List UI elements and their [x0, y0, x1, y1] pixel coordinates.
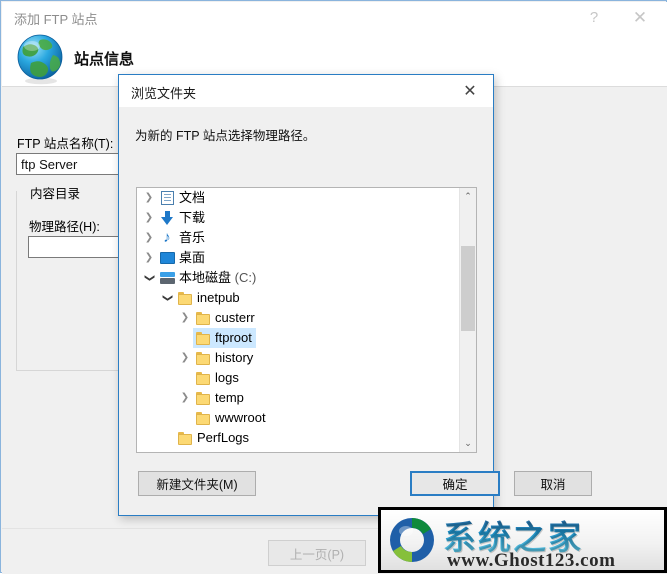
tree-item-temp[interactable]: ❯ temp: [137, 388, 459, 408]
site-name-label: FTP 站点名称(T):: [17, 137, 114, 151]
tree-item-label: inetpub: [197, 290, 240, 305]
watermark-url: www.Ghost123.com: [447, 550, 616, 570]
chevron-right-icon[interactable]: ❯: [177, 348, 193, 368]
browse-dialog-title: 浏览文件夹: [131, 86, 197, 101]
content-directory-group-label: 内容目录: [26, 183, 85, 202]
documents-icon: [157, 188, 177, 208]
tree-item-label: wwwroot: [215, 410, 266, 425]
tree-item-label: logs: [215, 370, 239, 385]
folder-icon: [175, 288, 195, 308]
scroll-down-arrow-icon[interactable]: ⌄: [460, 435, 476, 452]
downloads-icon: [157, 208, 177, 228]
folder-icon: [193, 368, 213, 388]
physical-path-label: 物理路径(H):: [29, 220, 100, 234]
scroll-up-arrow-icon[interactable]: ⌃: [460, 188, 476, 205]
tree-item-文档[interactable]: ❯ 文档: [137, 188, 459, 208]
folder-icon: [193, 348, 213, 368]
tree-item-label: 桌面: [179, 250, 206, 265]
folder-icon: [175, 428, 195, 448]
tree-item-label: 下载: [179, 210, 206, 225]
tree-item-history[interactable]: ❯ history: [137, 348, 459, 368]
folder-icon: [193, 408, 213, 428]
desktop-icon: [157, 248, 177, 268]
tree-item-本地磁盘[interactable]: ❯ 本地磁盘 (C:): [137, 268, 459, 288]
chevron-right-icon[interactable]: ❯: [141, 228, 157, 248]
folder-icon: [193, 328, 213, 348]
chevron-right-icon[interactable]: ❯: [141, 208, 157, 228]
chevron-down-icon[interactable]: ❯: [157, 290, 177, 306]
scrollbar-thumb[interactable]: [461, 246, 475, 331]
previous-page-button[interactable]: 上一页(P): [268, 540, 366, 566]
browse-dialog-instruction: 为新的 FTP 站点选择物理路径。: [135, 129, 316, 143]
ghost123-logo-icon: [390, 518, 434, 562]
tree-item-label: 音乐: [179, 230, 206, 245]
folder-icon: [193, 308, 213, 328]
watermark-overlay: 系统之家 www.Ghost123.com: [378, 507, 667, 573]
tree-item-label: 本地磁盘 (C:): [179, 270, 257, 285]
folder-tree-rows: ❯ 文档 ❯ 下载 ❯ ♪ 音乐 ❯ 桌面 ❯ 本地磁盘 (C:) ❯ inetpub ❯ custerr f…: [137, 188, 459, 452]
tree-item-custerr[interactable]: ❯ custerr: [137, 308, 459, 328]
new-folder-button[interactable]: 新建文件夹(M): [138, 471, 256, 496]
folder-icon: [193, 388, 213, 408]
window-titlebar: 添加 FTP 站点 ? ✕: [2, 2, 667, 32]
chevron-right-icon[interactable]: ❯: [141, 248, 157, 268]
chevron-right-icon[interactable]: ❯: [177, 388, 193, 408]
help-icon[interactable]: ?: [573, 3, 615, 31]
watermark-inner: 系统之家 www.Ghost123.com: [381, 510, 664, 570]
tree-item-label: temp: [215, 390, 244, 405]
ok-button[interactable]: 确定: [410, 471, 500, 496]
tree-item-label: PerfLogs: [197, 430, 250, 445]
tree-item-label: 文档: [179, 190, 206, 205]
page-title: 站点信息: [74, 51, 135, 68]
chevron-right-icon[interactable]: ❯: [177, 308, 193, 328]
tree-item-inetpub[interactable]: ❯ inetpub: [137, 288, 459, 308]
cancel-button[interactable]: 取消: [514, 471, 592, 496]
window-title: 添加 FTP 站点: [14, 12, 98, 27]
music-icon: ♪: [163, 229, 171, 246]
browse-folder-dialog: 浏览文件夹 ✕ 为新的 FTP 站点选择物理路径。 ❯ 文档 ❯ 下载 ❯ ♪ 音乐 ❯ 桌面 ❯…: [118, 74, 592, 516]
tree-item-wwwroot[interactable]: wwwroot: [137, 408, 459, 428]
tree-item-音乐[interactable]: ❯ ♪ 音乐: [137, 228, 459, 248]
browse-dialog-titlebar: 浏览文件夹 ✕: [119, 75, 493, 107]
tree-item-桌面[interactable]: ❯ 桌面: [137, 248, 459, 268]
tree-item-label: ftproot: [213, 328, 256, 348]
close-icon[interactable]: ✕: [449, 76, 491, 105]
tree-item-logs[interactable]: logs: [137, 368, 459, 388]
disk-icon: [157, 268, 177, 288]
tree-scrollbar[interactable]: ⌃ ⌄: [459, 188, 476, 452]
close-icon[interactable]: ✕: [619, 3, 661, 31]
tree-item-label: custerr: [215, 310, 255, 325]
tree-item-下载[interactable]: ❯ 下载: [137, 208, 459, 228]
chevron-down-icon[interactable]: ❯: [139, 270, 159, 286]
globe-icon: [17, 34, 63, 85]
tree-item-ftproot[interactable]: ftproot: [137, 328, 459, 348]
folder-tree-view[interactable]: ❯ 文档 ❯ 下载 ❯ ♪ 音乐 ❯ 桌面 ❯ 本地磁盘 (C:) ❯ inetpub ❯ custerr f…: [136, 187, 477, 453]
chevron-right-icon[interactable]: ❯: [141, 188, 157, 208]
tree-item-label: history: [215, 350, 254, 365]
tree-item-PerfLogs[interactable]: PerfLogs: [137, 428, 459, 448]
